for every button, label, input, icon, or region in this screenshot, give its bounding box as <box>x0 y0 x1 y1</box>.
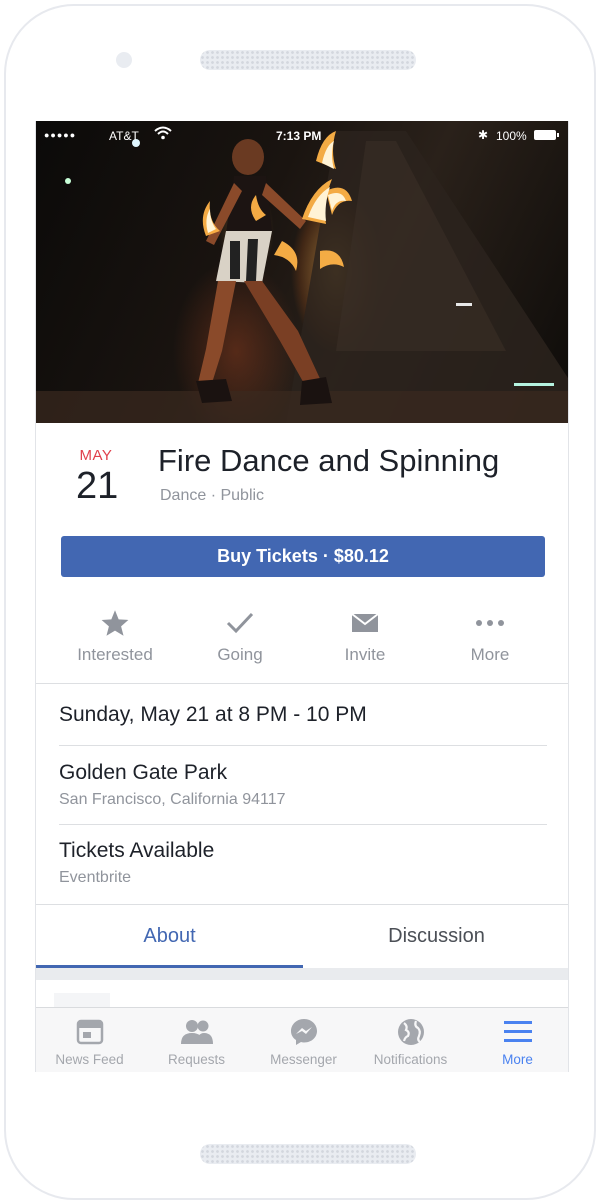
event-cover-photo[interactable]: ●●●●● AT&T 7:13 PM ✱ 100% <box>36 121 568 423</box>
cover-illustration <box>36 131 568 423</box>
tickets-available[interactable]: Tickets Available <box>59 839 214 863</box>
star-icon <box>55 603 175 643</box>
bottom-tab-bar: News Feed Requests Messenger Notificatio… <box>36 1007 568 1072</box>
interested-button[interactable]: Interested <box>55 603 175 665</box>
event-day: 21 <box>76 465 119 507</box>
event-actions-row: Interested Going Invite More <box>36 603 568 683</box>
front-camera <box>116 52 132 68</box>
check-icon <box>180 603 300 643</box>
status-bar: ●●●●● AT&T 7:13 PM ✱ 100% <box>36 121 568 149</box>
tabbar-label: Notifications <box>373 1052 448 1067</box>
tabbar-label: More <box>502 1052 533 1067</box>
event-location-address: San Francisco, California 94117 <box>59 791 286 808</box>
bluetooth-icon: ✱ <box>478 128 489 142</box>
tab-discussion[interactable]: Discussion <box>303 905 568 967</box>
event-location-name[interactable]: Golden Gate Park <box>59 761 227 785</box>
event-month: MAY <box>79 447 113 464</box>
tabbar-label: Requests <box>167 1052 226 1067</box>
battery-icon <box>534 130 559 140</box>
tab-about[interactable]: About <box>36 905 303 967</box>
section-separator <box>36 968 568 980</box>
tabbar-more[interactable]: More <box>464 1008 568 1067</box>
divider <box>36 683 568 684</box>
more-label: More <box>470 645 510 664</box>
buy-tickets-button[interactable]: Buy Tickets · $80.12 <box>61 536 545 577</box>
event-datetime[interactable]: Sunday, May 21 at 8 PM - 10 PM <box>59 703 367 727</box>
requests-icon <box>143 1008 250 1048</box>
envelope-icon <box>305 603 425 643</box>
interested-label: Interested <box>77 645 153 664</box>
clock: 7:13 PM <box>276 129 322 143</box>
invite-button[interactable]: Invite <box>305 603 425 665</box>
battery-percent: 100% <box>496 129 527 143</box>
event-date-badge: MAY 21 <box>76 447 119 507</box>
signal-strength-icon: ●●●●● <box>44 130 77 140</box>
hamburger-icon <box>464 1008 568 1048</box>
news-feed-icon <box>36 1008 143 1048</box>
carrier-label: AT&T <box>109 129 139 143</box>
earpiece-speaker <box>200 50 416 70</box>
tabbar-notifications[interactable]: Notifications <box>357 1008 464 1067</box>
tabbar-messenger[interactable]: Messenger <box>250 1008 357 1067</box>
going-label: Going <box>217 645 263 664</box>
tabbar-label: Messenger <box>270 1052 337 1067</box>
more-icon <box>430 603 550 643</box>
bottom-speaker <box>200 1144 416 1164</box>
tabbar-label: News Feed <box>55 1052 124 1067</box>
divider <box>59 745 547 746</box>
messenger-icon <box>250 1008 357 1048</box>
tabbar-news-feed[interactable]: News Feed <box>36 1008 143 1067</box>
globe-icon <box>357 1008 464 1048</box>
tickets-source: Eventbrite <box>59 869 132 886</box>
event-category-privacy: Dance · Public <box>160 487 265 504</box>
app-screen: ●●●●● AT&T 7:13 PM ✱ 100% MAY 21 Fire Da… <box>35 121 569 1072</box>
more-actions-button[interactable]: More <box>430 603 550 665</box>
going-button[interactable]: Going <box>180 603 300 665</box>
event-title: Fire Dance and Spinning <box>158 443 500 478</box>
invite-label: Invite <box>344 645 386 664</box>
divider <box>59 824 547 825</box>
tabbar-requests[interactable]: Requests <box>143 1008 250 1067</box>
